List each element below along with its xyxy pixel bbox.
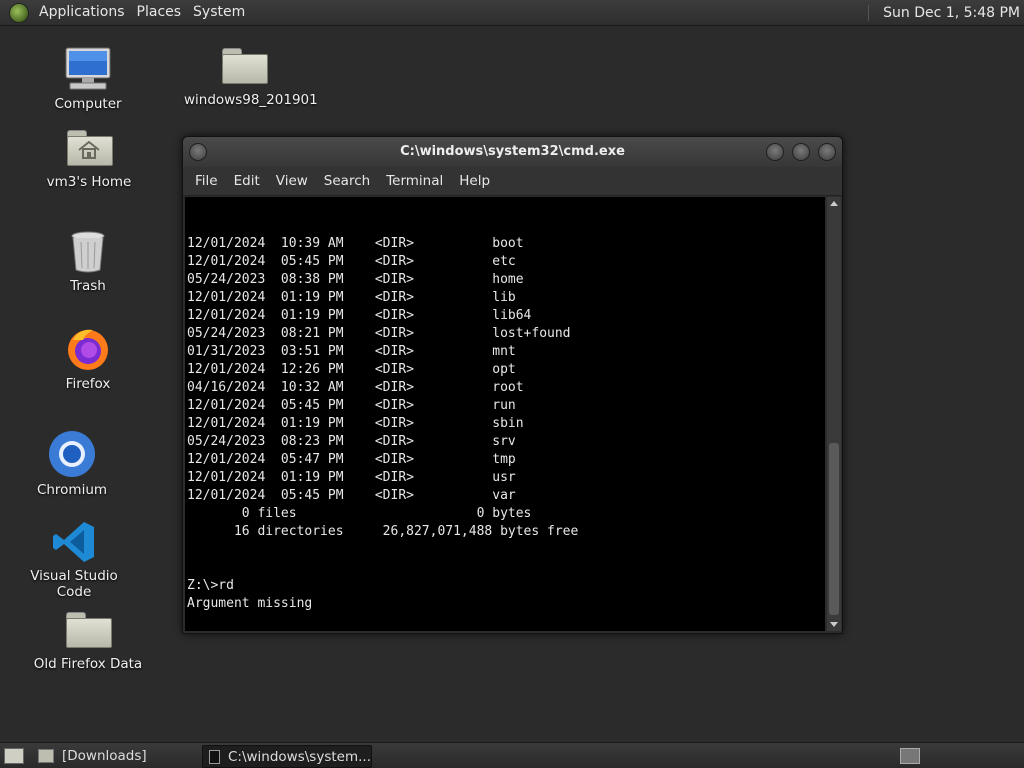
task-label: [Downloads] <box>62 747 147 764</box>
workspace-switcher-icon[interactable] <box>900 748 920 764</box>
folder-icon <box>66 612 112 648</box>
desktop-icon-label: Computer <box>54 96 122 112</box>
computer-icon <box>64 46 112 92</box>
menu-edit[interactable]: Edit <box>226 173 268 189</box>
terminal-line: 12/01/2024 05:47 PM <DIR> tmp <box>187 452 516 467</box>
terminal-line: 12/01/2024 01:19 PM <DIR> usr <box>187 470 516 485</box>
terminal-line: 12/01/2024 01:19 PM <DIR> lib64 <box>187 308 532 323</box>
show-desktop-icon[interactable] <box>4 748 24 764</box>
task-downloads[interactable]: [Downloads] <box>32 745 203 766</box>
terminal-line: 01/31/2023 03:51 PM <DIR> mnt <box>187 344 516 359</box>
desktop-icon-label: Chromium <box>36 482 108 498</box>
top-menu: Applications Places System <box>0 0 251 25</box>
terminal-line: 12/01/2024 05:45 PM <DIR> run <box>187 398 516 413</box>
desktop-icon-label: Trash <box>70 278 106 294</box>
maximize-button[interactable] <box>792 143 810 161</box>
terminal-line: Argument missing <box>187 596 313 611</box>
terminal-lines: 12/01/2024 10:39 AM <DIR> boot 12/01/2024… <box>185 233 825 631</box>
terminal-menubar: File Edit View Search Terminal Help <box>183 167 842 196</box>
terminal-line: 12/01/2024 01:19 PM <DIR> lib <box>187 290 516 305</box>
home-folder-icon <box>67 130 113 166</box>
applications-menu[interactable]: Applications <box>33 0 131 25</box>
desktop-icon-firefox[interactable]: Firefox <box>48 326 128 392</box>
desktop-icon-trash[interactable]: Trash <box>48 230 128 294</box>
firefox-icon <box>65 326 111 372</box>
close-button[interactable] <box>818 143 836 161</box>
desktop-icon-label: Old Firefox Data <box>33 656 143 672</box>
desktop-icon-home[interactable]: vm3's Home <box>44 130 134 190</box>
desktop-icon-chromium[interactable]: Chromium <box>32 430 112 498</box>
top-panel: Applications Places System Sun Dec 1, 5:… <box>0 0 1024 26</box>
desktop-icon-windows98-folder[interactable]: windows98_201901 <box>184 48 318 108</box>
terminal-line: 12/01/2024 05:45 PM <DIR> etc <box>187 254 516 269</box>
folder-icon <box>38 748 54 763</box>
trash-icon <box>68 230 108 274</box>
desktop-icon-label: Firefox <box>65 376 111 392</box>
terminal-icon <box>209 749 220 764</box>
desktop-icon-label: vm3's Home <box>46 174 132 190</box>
window-titlebar[interactable]: C:\windows\system32\cmd.exe <box>183 137 842 167</box>
menu-file[interactable]: File <box>187 173 226 189</box>
desktop-icon-computer[interactable]: Computer <box>48 46 128 112</box>
terminal-line: Z:\>rd <box>187 578 234 593</box>
minimize-button[interactable] <box>766 143 784 161</box>
menu-search[interactable]: Search <box>316 173 378 189</box>
terminal-line: 05/24/2023 08:23 PM <DIR> srv <box>187 434 516 449</box>
desktop-icon-label: windows98_201901 <box>184 92 318 108</box>
terminal-scrollbar[interactable] <box>827 197 841 631</box>
terminal-line: 12/01/2024 05:45 PM <DIR> var <box>187 488 516 503</box>
menu-help[interactable]: Help <box>451 173 498 189</box>
terminal-line: 12/01/2024 10:39 AM <DIR> boot <box>187 236 524 251</box>
window-title: C:\windows\system32\cmd.exe <box>400 144 625 159</box>
distro-logo-icon[interactable] <box>9 2 29 23</box>
top-panel-right: Sun Dec 1, 5:48 PM <box>868 0 1024 25</box>
chromium-icon <box>48 430 96 478</box>
terminal-line: 05/24/2023 08:21 PM <DIR> lost+found <box>187 326 571 341</box>
menu-view[interactable]: View <box>268 173 316 189</box>
terminal-line: 04/16/2024 10:32 AM <DIR> root <box>187 380 524 395</box>
terminal-output[interactable]: 12/01/2024 10:39 AM <DIR> boot 12/01/2024… <box>185 197 825 631</box>
task-label: C:\windows\system... <box>227 748 371 765</box>
scroll-down-icon[interactable] <box>830 622 838 627</box>
panel-separator <box>868 4 875 21</box>
desktop-icon-vscode[interactable]: Visual Studio Code <box>14 520 134 600</box>
scrollbar-thumb[interactable] <box>829 443 839 615</box>
terminal-line: 05/24/2023 08:38 PM <DIR> home <box>187 272 524 287</box>
vscode-icon <box>52 520 96 564</box>
terminal-line: 0 files 0 bytes <box>187 506 532 521</box>
clock[interactable]: Sun Dec 1, 5:48 PM <box>879 5 1024 21</box>
terminal-window: C:\windows\system32\cmd.exe File Edit Vi… <box>182 136 843 634</box>
terminal-line: 12/01/2024 12:26 PM <DIR> opt <box>187 362 516 377</box>
bottom-taskbar: [Downloads] C:\windows\system... <box>0 742 1024 768</box>
desktop-icon-label: Visual Studio Code <box>30 568 118 600</box>
task-terminal[interactable]: C:\windows\system... <box>202 745 372 768</box>
terminal-line: 12/01/2024 01:19 PM <DIR> sbin <box>187 416 524 431</box>
desktop-icon-old-firefox-data[interactable]: Old Firefox Data <box>30 612 146 672</box>
places-menu[interactable]: Places <box>131 0 188 25</box>
terminal-line: 16 directories 26,827,071,488 bytes free <box>187 524 579 539</box>
menu-terminal[interactable]: Terminal <box>378 173 451 189</box>
scroll-up-icon[interactable] <box>830 201 838 206</box>
system-menu[interactable]: System <box>187 0 251 25</box>
folder-icon <box>222 48 268 84</box>
